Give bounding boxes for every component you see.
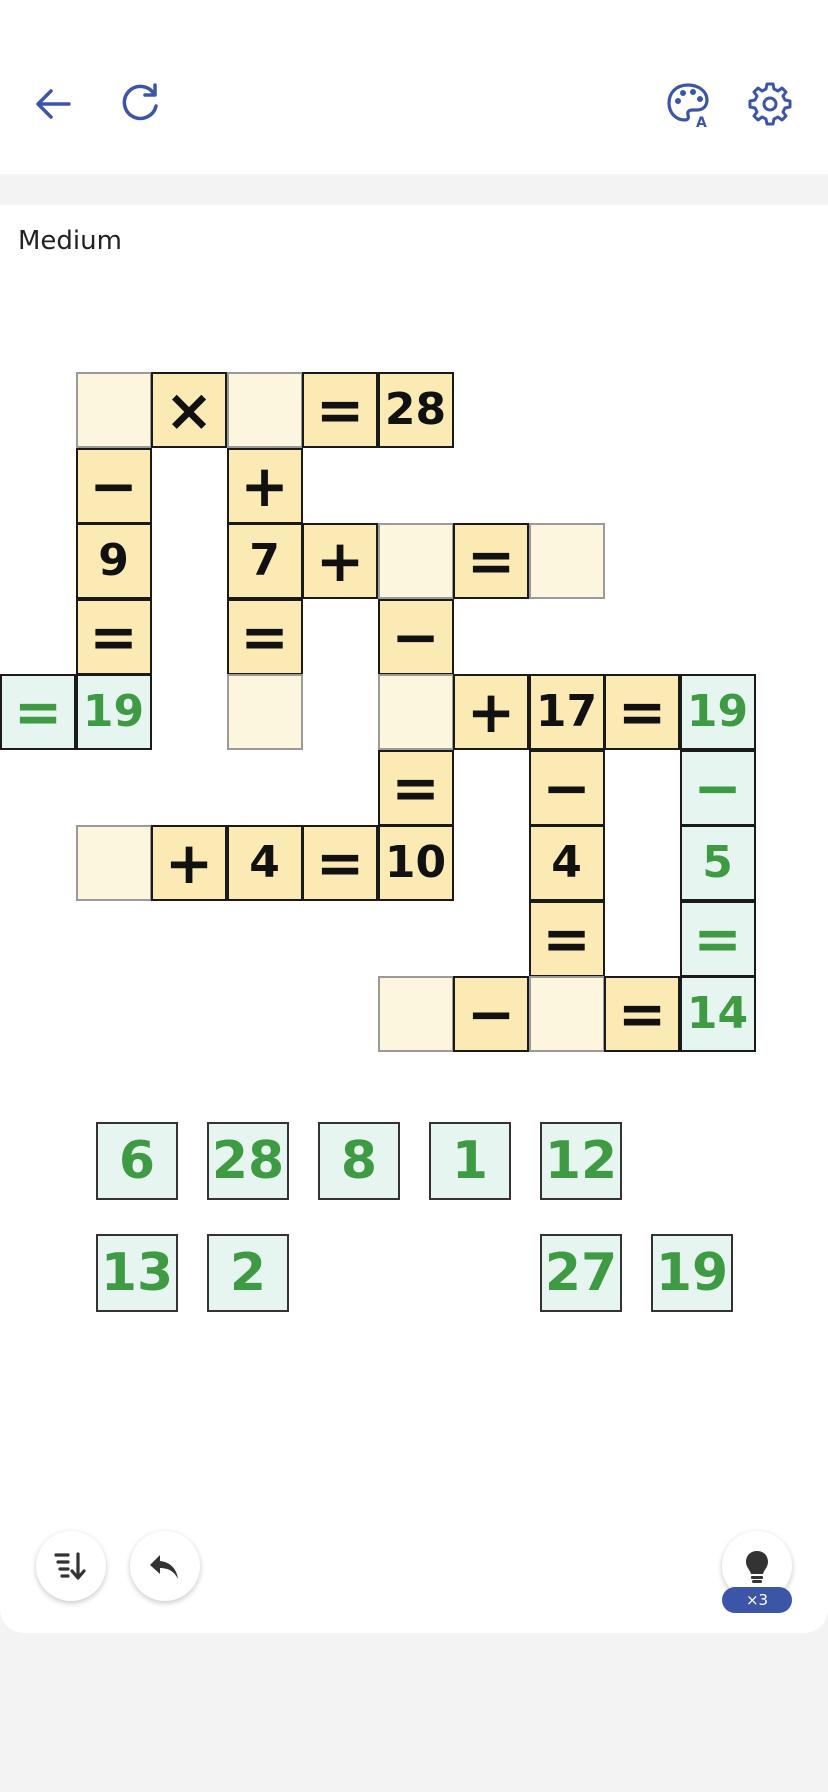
difficulty-label: Medium [18,226,122,256]
empty-cell[interactable] [377,674,454,750]
cell-value: 28 [384,384,447,435]
cell-value: − [466,980,516,1048]
given-cell: = [226,598,303,675]
empty-cell[interactable] [528,523,605,599]
placed-cell[interactable]: 19 [679,674,756,750]
number-tile[interactable]: 28 [207,1122,289,1200]
given-cell: × [151,372,227,448]
cell-value: = [315,376,365,444]
restart-button[interactable] [108,72,172,136]
cell-value: = [13,678,63,746]
empty-cell[interactable] [226,674,303,750]
settings-button[interactable] [738,72,802,136]
given-cell: − [453,976,529,1052]
arrow-left-icon [36,89,71,119]
cell-value: 19 [82,686,145,737]
lightbulb-icon [746,1551,768,1583]
given-cell: + [453,674,529,750]
cell-value: 17 [535,686,598,737]
cell-value: = [240,602,289,671]
cell-value: = [466,527,516,595]
hint-count-badge: ×3 [722,1587,792,1613]
number-tile[interactable]: 1 [429,1122,511,1200]
cell-value: = [89,602,138,671]
sort-button[interactable] [36,1531,106,1601]
given-cell: = [453,523,529,599]
cell-value: 5 [702,837,733,888]
cell-value: = [391,753,440,822]
undo-button[interactable] [130,1531,200,1601]
given-cell: = [75,598,152,675]
placed-cell[interactable]: = [0,674,76,750]
cell-value: − [89,451,138,520]
cell-value: 4 [249,837,280,888]
back-button[interactable] [22,72,86,136]
undo-icon [150,1555,178,1579]
cell-value: 10 [384,837,447,888]
number-tile[interactable]: 12 [540,1122,622,1200]
cell-value: 7 [249,535,280,586]
given-cell: = [604,674,680,750]
given-cell: 17 [528,674,605,750]
cell-value: + [164,829,214,897]
cell-value: 4 [551,837,582,888]
given-cell: = [604,976,680,1052]
cell-value: = [617,678,667,746]
given-cell: 4 [226,825,303,901]
cell-value: − [391,602,440,671]
cell-value: = [542,904,591,973]
number-tile[interactable]: 2 [207,1234,289,1312]
empty-cell[interactable] [75,825,152,901]
cell-value: − [542,753,591,822]
placed-cell[interactable]: 5 [679,825,756,901]
refresh-icon [122,83,158,121]
cell-value: = [315,829,365,897]
cell-value: 9 [98,535,129,586]
cell-value: + [466,678,516,746]
empty-cell[interactable] [377,523,454,599]
given-cell: − [75,447,152,524]
given-cell: = [528,900,605,977]
given-cell: 28 [377,372,454,448]
cell-value: × [164,376,214,444]
number-tile[interactable]: 8 [318,1122,400,1200]
given-cell: + [226,447,303,524]
cell-value: + [315,527,365,595]
empty-cell[interactable] [377,976,454,1052]
sort-icon [54,1552,86,1580]
cell-value: − [693,753,742,822]
placed-cell[interactable]: 19 [75,674,152,750]
number-tile[interactable]: 27 [540,1234,622,1312]
cell-value: 19 [686,686,749,737]
cell-value: = [617,980,667,1048]
given-cell: = [377,749,454,826]
theme-button[interactable]: A [656,72,720,136]
svg-text:A: A [696,115,707,129]
cell-value: 14 [686,988,749,1039]
given-cell: = [302,372,378,448]
given-cell: 7 [226,523,303,599]
given-cell: 9 [75,523,152,599]
number-tile[interactable]: 13 [96,1234,178,1312]
number-tile[interactable]: 19 [651,1234,733,1312]
given-cell: = [302,825,378,901]
empty-cell[interactable] [226,372,303,448]
empty-cell[interactable] [75,372,152,448]
cell-value: + [240,451,289,520]
gear-icon [748,82,792,126]
given-cell: + [302,523,378,599]
placed-cell[interactable]: = [679,900,756,977]
given-cell: + [151,825,227,901]
placed-cell[interactable]: − [679,749,756,826]
given-cell: 4 [528,825,605,901]
empty-cell[interactable] [528,976,605,1052]
placed-cell[interactable]: 14 [679,976,756,1052]
given-cell: 10 [377,825,454,901]
given-cell: − [377,598,454,675]
palette-icon: A [667,83,709,129]
cell-value: = [693,904,742,973]
given-cell: − [528,749,605,826]
number-tile[interactable]: 6 [96,1122,178,1200]
